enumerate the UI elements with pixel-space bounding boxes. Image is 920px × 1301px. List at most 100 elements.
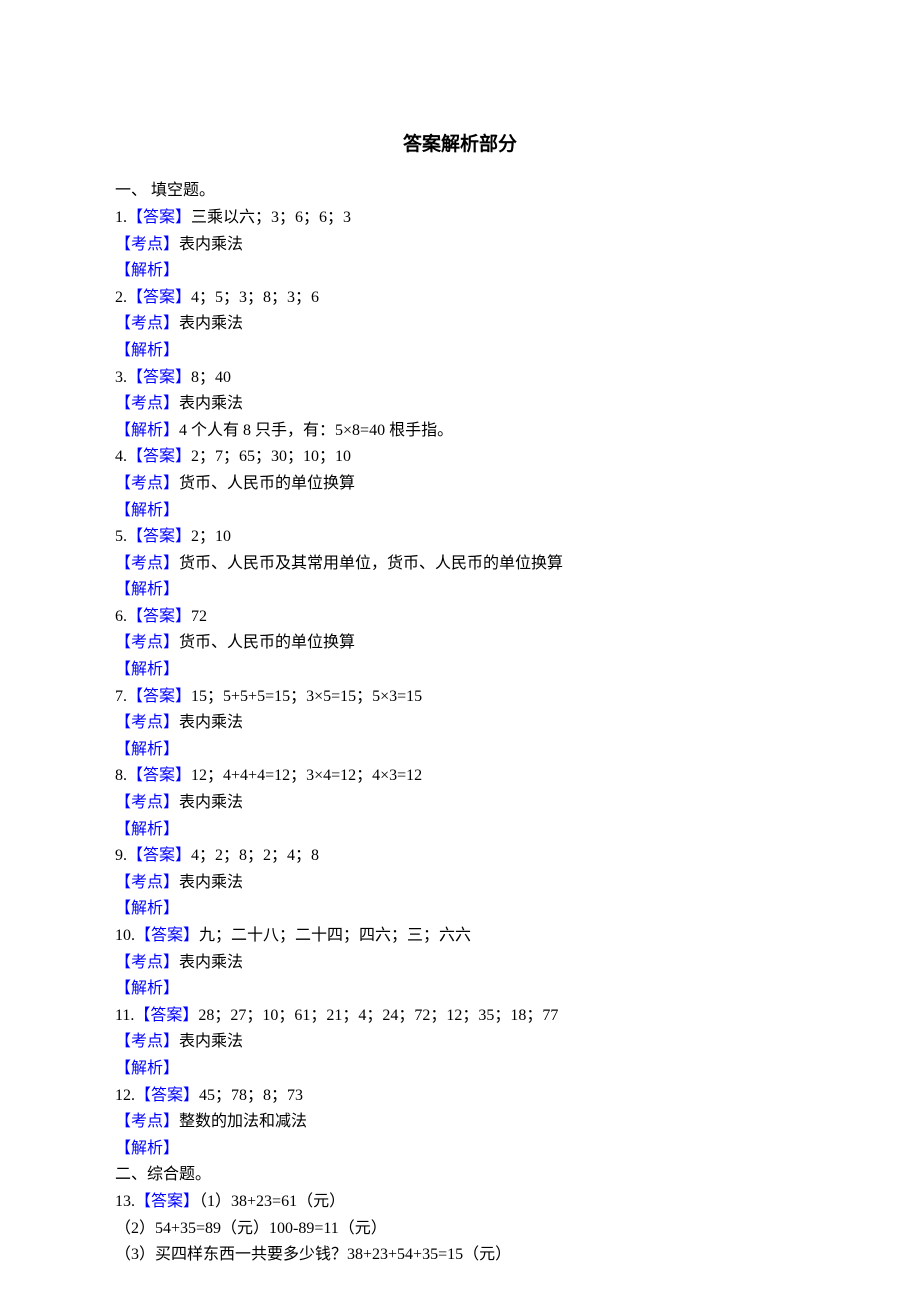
explain-line: 【解析】 — [115, 976, 805, 1002]
answer-text: 4；2；8；2；4；8 — [191, 847, 319, 864]
q-number: 10. — [115, 927, 135, 944]
label-answer: 【答案】 — [135, 927, 199, 944]
label-point: 【考点】 — [115, 1113, 179, 1130]
answer-line: 11.【答案】28；27；10；61；21；4；24；72；12；35；18；7… — [115, 1003, 805, 1029]
answer-line: 8.【答案】12；4+4+4=12；3×4=12；4×3=12 — [115, 763, 805, 789]
point-line: 【考点】货币、人民币的单位换算 — [115, 630, 805, 656]
label-answer: 【答案】 — [127, 528, 191, 545]
point-line: 【考点】表内乘法 — [115, 1029, 805, 1055]
explain-line: 【解析】 — [115, 577, 805, 603]
explain-line: 【解析】 — [115, 657, 805, 683]
label-point: 【考点】 — [115, 1033, 179, 1050]
label-answer: 【答案】 — [127, 767, 191, 784]
point-text: 表内乘法 — [179, 315, 243, 332]
label-point: 【考点】 — [115, 395, 179, 412]
answer-text: （1）38+23=61（元） — [199, 1193, 345, 1210]
answer-line: 3.【答案】8；40 — [115, 365, 805, 391]
section-heading: 一、 填空题。 — [115, 178, 805, 204]
label-answer: 【答案】 — [127, 847, 191, 864]
answer-text: 4；5；3；8；3；6 — [191, 289, 319, 306]
point-line: 【考点】整数的加法和减法 — [115, 1109, 805, 1135]
answer-text: 九；二十八；二十四；四六；三；六六 — [199, 927, 471, 944]
point-line: 【考点】表内乘法 — [115, 311, 805, 337]
point-line: 【考点】表内乘法 — [115, 710, 805, 736]
answer-line: 7.【答案】15；5+5+5=15；3×5=15；5×3=15 — [115, 684, 805, 710]
explain-line: 【解析】 — [115, 498, 805, 524]
point-text: 表内乘法 — [179, 1033, 243, 1050]
answer-text: 8；40 — [191, 369, 231, 386]
point-text: 整数的加法和减法 — [179, 1113, 307, 1130]
q-number: 12. — [115, 1087, 135, 1104]
answer-text: 2；10 — [191, 528, 231, 545]
q-number: 8. — [115, 767, 127, 784]
section-heading: 二、综合题。 — [115, 1162, 805, 1188]
answer-text: 2；7；65；30；10；10 — [191, 448, 351, 465]
label-explain: 【解析】 — [115, 741, 179, 758]
point-line: 【考点】表内乘法 — [115, 950, 805, 976]
answer-text: 三乘以六；3；6；6；3 — [191, 209, 351, 226]
label-answer: 【答案】 — [127, 448, 191, 465]
q-number: 1. — [115, 209, 127, 226]
label-answer: 【答案】 — [127, 289, 191, 306]
point-text: 表内乘法 — [179, 874, 243, 891]
label-explain: 【解析】 — [115, 1140, 179, 1157]
explain-line: 【解析】 — [115, 1136, 805, 1162]
point-text: 表内乘法 — [179, 395, 243, 412]
label-answer: 【答案】 — [134, 1007, 198, 1024]
label-explain: 【解析】 — [115, 262, 179, 279]
answer-text: 45；78；8；73 — [199, 1087, 303, 1104]
answer-line: 13.【答案】（1）38+23=61（元） — [115, 1189, 805, 1215]
answer-text: 72 — [191, 608, 207, 625]
q-number: 6. — [115, 608, 127, 625]
answer-text: 28；27；10；61；21；4；24；72；12；35；18；77 — [198, 1007, 558, 1024]
point-line: 【考点】表内乘法 — [115, 232, 805, 258]
page-title: 答案解析部分 — [115, 130, 805, 160]
point-text: 表内乘法 — [179, 714, 243, 731]
label-point: 【考点】 — [115, 954, 179, 971]
label-point: 【考点】 — [115, 475, 179, 492]
answer-text: （2）54+35=89（元）100-89=11（元） — [115, 1216, 805, 1242]
label-explain: 【解析】 — [115, 581, 179, 598]
label-explain: 【解析】 — [115, 1060, 179, 1077]
point-text: 表内乘法 — [179, 236, 243, 253]
label-answer: 【答案】 — [127, 608, 191, 625]
point-line: 【考点】货币、人民币的单位换算 — [115, 471, 805, 497]
answer-line: 4.【答案】2；7；65；30；10；10 — [115, 444, 805, 470]
point-line: 【考点】表内乘法 — [115, 870, 805, 896]
point-text: 货币、人民币的单位换算 — [179, 634, 355, 651]
answer-line: 9.【答案】4；2；8；2；4；8 — [115, 843, 805, 869]
point-line: 【考点】表内乘法 — [115, 391, 805, 417]
explain-line: 【解析】 — [115, 737, 805, 763]
answer-line: 10.【答案】九；二十八；二十四；四六；三；六六 — [115, 923, 805, 949]
label-explain: 【解析】 — [115, 900, 179, 917]
answer-line: 5.【答案】2；10 — [115, 524, 805, 550]
label-explain: 【解析】 — [115, 980, 179, 997]
label-point: 【考点】 — [115, 874, 179, 891]
answer-line: 6.【答案】72 — [115, 604, 805, 630]
q-number: 7. — [115, 688, 127, 705]
answer-line: 1.【答案】三乘以六；3；6；6；3 — [115, 205, 805, 231]
label-point: 【考点】 — [115, 555, 179, 572]
explain-line: 【解析】 — [115, 896, 805, 922]
answer-text: （3）买四样东西一共要多少钱？38+23+54+35=15（元） — [115, 1242, 805, 1268]
q-number: 2. — [115, 289, 127, 306]
point-line: 【考点】表内乘法 — [115, 790, 805, 816]
point-text: 货币、人民币的单位换算 — [179, 475, 355, 492]
point-text: 表内乘法 — [179, 954, 243, 971]
explain-line: 【解析】 — [115, 817, 805, 843]
label-answer: 【答案】 — [127, 369, 191, 386]
point-text: 货币、人民币及其常用单位，货币、人民币的单位换算 — [179, 555, 563, 572]
label-explain: 【解析】 — [115, 342, 179, 359]
label-explain: 【解析】 — [115, 502, 179, 519]
q-number: 3. — [115, 369, 127, 386]
label-answer: 【答案】 — [135, 1087, 199, 1104]
q-number: 4. — [115, 448, 127, 465]
answer-line: 2.【答案】4；5；3；8；3；6 — [115, 285, 805, 311]
label-point: 【考点】 — [115, 634, 179, 651]
label-explain: 【解析】 — [115, 661, 179, 678]
label-answer: 【答案】 — [127, 688, 191, 705]
label-explain: 【解析】 — [115, 821, 179, 838]
answer-line: 12.【答案】45；78；8；73 — [115, 1083, 805, 1109]
answer-text: 15；5+5+5=15；3×5=15；5×3=15 — [191, 688, 422, 705]
label-explain: 【解析】 — [115, 422, 179, 439]
